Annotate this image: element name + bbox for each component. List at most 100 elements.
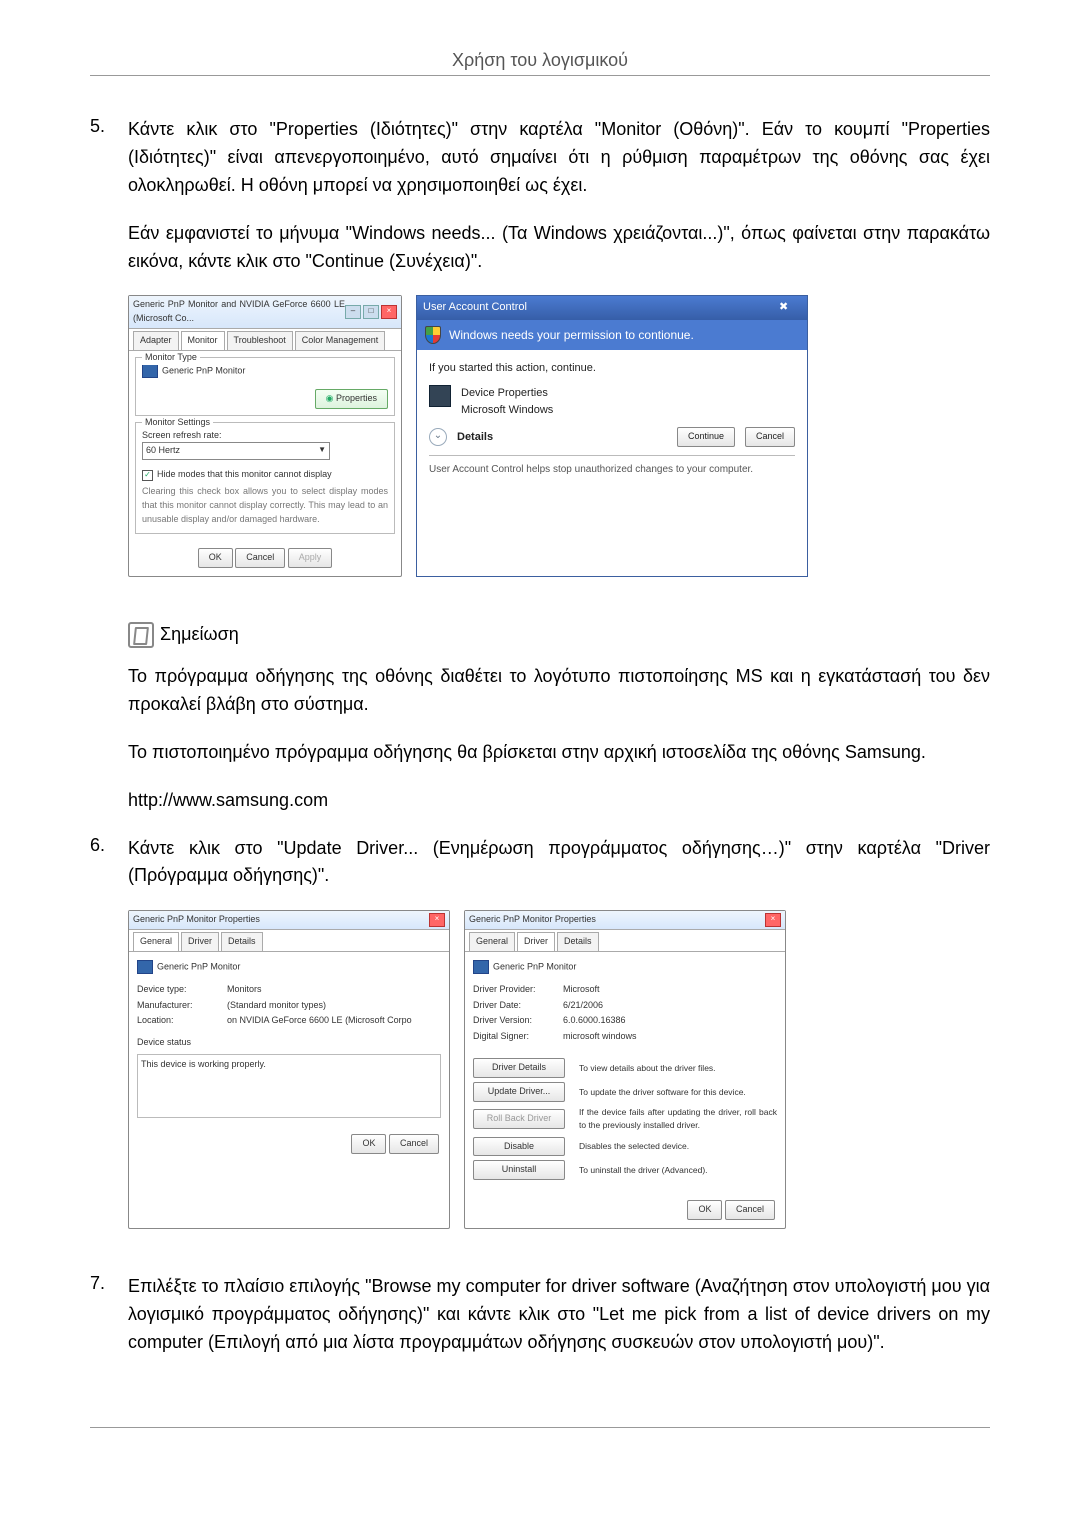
uac-title-text: User Account Control [423,299,527,316]
monitor-dialog: Generic PnP Monitor and NVIDIA GeForce 6… [128,295,402,577]
device-icon [429,385,451,407]
monitor-settings-group: Monitor Settings Screen refresh rate: 60… [135,422,395,535]
uac-message-bar: Windows needs your permission to contion… [417,320,807,351]
rollback-driver-button[interactable]: Roll Back Driver [473,1109,565,1129]
group-title: Monitor Settings [142,416,213,430]
refresh-select[interactable]: 60 Hertz ▼ [142,442,330,460]
uac-dialog: User Account Control ✖ Windows needs you… [416,295,808,577]
driver-details-desc: To view details about the driver files. [579,1062,777,1075]
tab-details[interactable]: Details [557,932,599,951]
uninstall-desc: To uninstall the driver (Advanced). [579,1164,777,1177]
version-key: Driver Version: [473,1014,563,1028]
note-para-2: Το πιστοποιημένο πρόγραμμα οδήγησης θα β… [128,739,990,767]
titlebar: Generic PnP Monitor and NVIDIA GeForce 6… [129,296,401,329]
refresh-value: 60 Hertz [146,444,180,458]
uac-bar-text: Windows needs your permission to contion… [449,326,694,345]
hide-modes-checkbox[interactable]: ✓ [142,470,153,481]
titlebar: Generic PnP Monitor Properties × [129,911,449,930]
properties-button-label: Properties [336,393,377,403]
group-title: Monitor Type [142,351,200,365]
maximize-icon[interactable]: □ [363,305,379,319]
step-5: 5. Κάντε κλικ στο "Properties (Ιδιότητες… [90,116,990,601]
uac-titlebar: User Account Control ✖ [417,296,807,319]
uninstall-button[interactable]: Uninstall [473,1160,565,1180]
close-icon[interactable]: × [429,913,445,927]
device-type-value: Monitors [227,983,262,997]
tab-monitor[interactable]: Monitor [181,331,225,350]
tab-driver[interactable]: Driver [517,932,555,951]
driver-details-button[interactable]: Driver Details [473,1058,565,1078]
apply-button[interactable]: Apply [288,548,333,568]
disable-button[interactable]: Disable [473,1137,565,1157]
close-icon[interactable]: ✖ [779,299,801,316]
tab-general[interactable]: General [469,932,515,951]
device-properties-label: Device Properties [461,385,553,402]
tab-troubleshoot[interactable]: Troubleshoot [227,331,293,350]
footer-rule [90,1427,990,1428]
note-label: Σημείωση [160,621,239,649]
continue-button[interactable]: Continue [677,427,735,447]
window-title: Generic PnP Monitor and NVIDIA GeForce 6… [133,298,345,326]
expand-icon[interactable]: ⌄ [429,428,447,446]
date-key: Driver Date: [473,999,563,1013]
note-url: http://www.samsung.com [128,787,990,815]
monitor-icon [473,960,489,974]
date-value: 6/21/2006 [563,999,603,1013]
close-icon[interactable]: × [381,305,397,319]
monitor-name: Generic PnP Monitor [493,962,576,972]
tab-adapter[interactable]: Adapter [133,331,179,350]
hide-modes-label: Hide modes that this monitor cannot disp… [157,469,332,479]
step-5-para-1: Κάντε κλικ στο "Properties (Ιδιότητες)" … [128,116,990,200]
tabs: Adapter Monitor Troubleshoot Color Manag… [129,329,401,351]
tab-general[interactable]: General [133,932,179,951]
disable-desc: Disables the selected device. [579,1140,777,1153]
cancel-button[interactable]: Cancel [235,548,285,568]
hide-modes-desc: Clearing this check box allows you to se… [142,485,388,527]
note-para-1: Το πρόγραμμα οδήγησης της οθόνης διαθέτε… [128,663,990,719]
tab-details[interactable]: Details [221,932,263,951]
cancel-button[interactable]: Cancel [389,1134,439,1154]
rollback-driver-desc: If the device fails after updating the d… [579,1106,777,1132]
step-6: 6. Κάντε κλικ στο "Update Driver... (Ενη… [90,835,990,1254]
screenshot-row-1: Generic PnP Monitor and NVIDIA GeForce 6… [128,295,990,577]
tab-color[interactable]: Color Management [295,331,386,350]
step-6-para-1: Κάντε κλικ στο "Update Driver... (Ενημέρ… [128,835,990,891]
cancel-button[interactable]: Cancel [745,427,795,447]
tab-driver[interactable]: Driver [181,932,219,951]
monitor-icon [137,960,153,974]
ok-button[interactable]: OK [198,548,233,568]
manufacturer-value: (Standard monitor types) [227,999,326,1013]
close-icon[interactable]: × [765,913,781,927]
monitor-name: Generic PnP Monitor [162,366,245,376]
step-number: 5. [90,116,128,601]
properties-general-dialog: Generic PnP Monitor Properties × General… [128,910,450,1229]
cancel-button[interactable]: Cancel [725,1200,775,1220]
microsoft-windows-label: Microsoft Windows [461,402,553,419]
step-7: 7. Επιλέξτε το πλαίσιο επιλογής "Browse … [90,1273,990,1377]
note-heading: Σημείωση [128,621,990,649]
device-status-box: This device is working properly. [137,1054,441,1118]
provider-key: Driver Provider: [473,983,563,997]
details-link[interactable]: Details [457,429,667,446]
ok-button[interactable]: OK [687,1200,722,1220]
signer-key: Digital Signer: [473,1030,563,1044]
note-icon [128,622,154,648]
location-value: on NVIDIA GeForce 6600 LE (Microsoft Cor… [227,1014,412,1028]
location-key: Location: [137,1014,227,1028]
provider-value: Microsoft [563,983,600,997]
version-value: 6.0.6000.16386 [563,1014,626,1028]
header-rule [90,75,990,76]
page-header: Χρήση του λογισμικού [90,50,990,71]
update-driver-button[interactable]: Update Driver... [473,1082,565,1102]
update-driver-desc: To update the driver software for this d… [579,1086,777,1099]
step-7-para-1: Επιλέξτε το πλαίσιο επιλογής "Browse my … [128,1273,990,1357]
window-title: Generic PnP Monitor Properties [469,913,596,927]
step-5-para-2: Εάν εμφανιστεί το μήνυμα "Windows needs.… [128,220,990,276]
properties-button[interactable]: ◉ Properties [315,389,388,409]
minimize-icon[interactable]: – [345,305,361,319]
uac-footer: User Account Control helps stop unauthor… [429,455,795,478]
properties-driver-dialog: Generic PnP Monitor Properties × General… [464,910,786,1229]
device-type-key: Device type: [137,983,227,997]
titlebar: Generic PnP Monitor Properties × [465,911,785,930]
ok-button[interactable]: OK [351,1134,386,1154]
